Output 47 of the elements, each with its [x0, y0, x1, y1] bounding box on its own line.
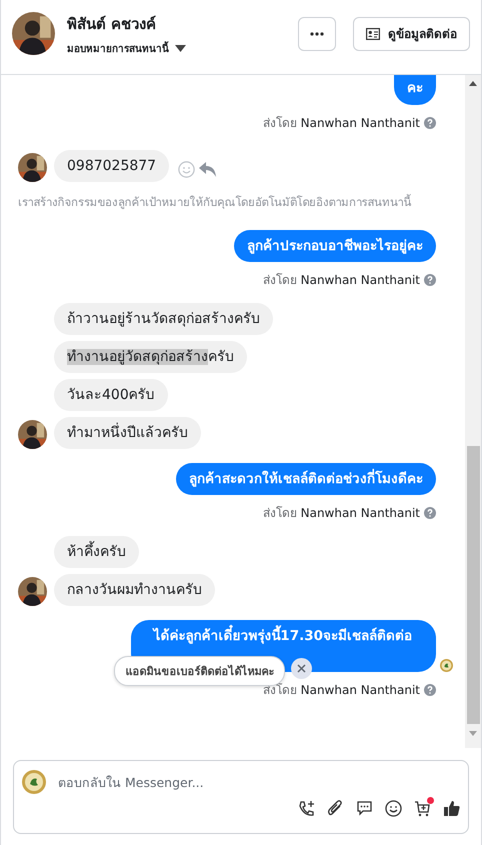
reply-input-field[interactable]: ตอบกลับใน Messenger...: [58, 774, 460, 790]
more-options-button[interactable]: [298, 16, 336, 50]
contact-card-icon: [366, 28, 380, 40]
close-button[interactable]: [291, 658, 312, 679]
sent-message: ลูกค้าสะดวกให้เชลล์ติดต่อช่วงกี่โมงดีคะ: [176, 463, 436, 495]
paperclip-button[interactable]: [327, 800, 344, 817]
thumbs-up-button[interactable]: [443, 800, 460, 817]
profile-avatar: [12, 12, 55, 55]
received-message: กลางวันผมทำงานครับ: [54, 574, 215, 606]
assign-conversation-dropdown[interactable]: มอบหมายการสนทนานี้: [67, 40, 186, 56]
view-contact-button[interactable]: ดูข้อมูลติดต่อ: [353, 16, 470, 50]
emoji-icon: [385, 800, 402, 817]
scroll-up-icon[interactable]: [469, 81, 477, 86]
scroll-down-icon[interactable]: [469, 731, 477, 736]
close-icon: [297, 664, 306, 673]
received-message: ทำมาหนึ่งปีแล้วครับ: [54, 417, 201, 449]
contact-name: พิสันต์ คชวงค์: [67, 14, 158, 34]
received-message: ทำงานอยู่วัดสดุก่อสร้างครับ: [54, 341, 247, 373]
system-notice: เราสร้างกิจกรรมของลูกค้าเป้าหมายให้กับคุณโดยอัตโนมัติโดยอิงตามการสนทนานี้: [18, 193, 412, 211]
page-logo: [22, 770, 46, 794]
help-icon[interactable]: [424, 116, 436, 128]
received-message: ห้าคึ้งครับ: [54, 536, 139, 568]
sent-by-label: ส่งโดย Nanwhan Nanthanit: [262, 272, 420, 289]
sent-message: ลูกค้าประกอบอาชีพอะไรอยู่คะ: [234, 230, 436, 262]
cart-button[interactable]: [414, 800, 431, 817]
received-message: วันละ400ครับ: [54, 379, 168, 411]
chat-bubble-button[interactable]: [356, 800, 373, 817]
sent-by-label: ส่งโดย Nanwhan Nanthanit: [262, 115, 420, 132]
sent-by-label: ส่งโดย Nanwhan Nanthanit: [262, 505, 420, 522]
help-icon[interactable]: [424, 506, 436, 518]
sent-message: คะ: [394, 75, 436, 105]
cart-icon: [414, 800, 431, 817]
react-icon[interactable]: [178, 160, 196, 178]
thumbs-up-icon: [443, 800, 460, 817]
emoji-button[interactable]: [385, 800, 402, 817]
paperclip-icon: [327, 800, 344, 817]
call-add-icon: [298, 800, 315, 817]
call-add-button[interactable]: [298, 800, 315, 817]
help-icon[interactable]: [424, 684, 436, 696]
received-message: ถ้าวานอยู่ร้านวัดสดุก่อสร้างครับ: [54, 303, 273, 335]
help-icon[interactable]: [424, 274, 436, 286]
chat-bubble-icon: [356, 800, 373, 817]
caret-icon: [175, 44, 186, 52]
more-icon: [310, 32, 324, 36]
received-message: 0987025877: [54, 150, 170, 182]
scrollbar[interactable]: [465, 75, 481, 748]
reply-icon[interactable]: [199, 162, 216, 176]
